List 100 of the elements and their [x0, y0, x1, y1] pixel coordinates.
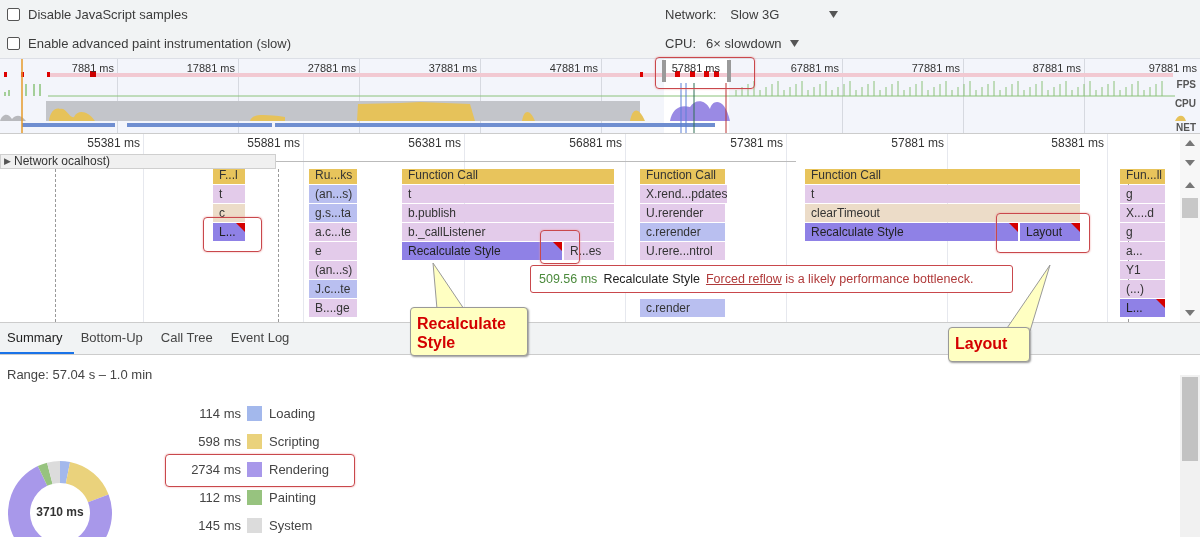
- category-time: 598 ms: [197, 434, 241, 449]
- time-tick-label: 57381 ms: [730, 136, 783, 150]
- tooltip-title: Recalculate Style: [603, 272, 700, 286]
- flame-block[interactable]: t: [213, 185, 245, 203]
- flame-block[interactable]: Fun...ll: [1120, 169, 1165, 184]
- time-tick-label: 47881 ms: [549, 62, 598, 74]
- scrollbar[interactable]: [1180, 134, 1200, 322]
- time-tick-label: 56381 ms: [408, 136, 461, 150]
- flame-block[interactable]: (...): [1120, 280, 1165, 298]
- time-tick-label: 77881 ms: [911, 62, 960, 74]
- scrollbar-thumb[interactable]: [1182, 377, 1198, 461]
- flame-block[interactable]: c: [213, 204, 245, 222]
- cpu-dropdown[interactable]: 6× slowdown: [706, 36, 799, 51]
- network-dropdown[interactable]: Slow 3G: [730, 7, 839, 22]
- caret-icon: [829, 11, 839, 18]
- flame-block[interactable]: X.rend...pdates: [640, 185, 728, 203]
- checkbox[interactable]: [7, 8, 20, 21]
- flame-block[interactable]: Y1: [1120, 261, 1165, 279]
- flame-block[interactable]: e: [309, 242, 357, 260]
- flame-block[interactable]: F...l: [213, 169, 245, 184]
- flame-block[interactable]: g: [1120, 223, 1165, 241]
- category-time: 114 ms: [198, 406, 241, 421]
- time-tick-label: 7881 ms: [71, 62, 114, 74]
- time-tick-label: 17881 ms: [186, 62, 235, 74]
- checkbox-label[interactable]: Disable JavaScript samples: [28, 7, 188, 22]
- tab[interactable]: Event Log: [223, 323, 301, 354]
- flame-block[interactable]: Ru...ks: [309, 169, 357, 184]
- network-track-header[interactable]: ▶ Network ocalhost): [0, 153, 276, 169]
- warning-corner-icon: [236, 223, 245, 232]
- flame-block[interactable]: J.c...te: [309, 280, 357, 298]
- flame-block[interactable]: B....ge: [309, 299, 357, 317]
- time-tick-label: 97881 ms: [1148, 62, 1197, 74]
- flame-block[interactable]: g: [1120, 185, 1165, 203]
- flame-block[interactable]: L...: [1120, 299, 1165, 317]
- flame-block[interactable]: U.rerender: [640, 204, 725, 222]
- time-tick-label: 57881 ms: [671, 62, 720, 74]
- total-time: 3710 ms: [35, 505, 85, 519]
- time-tick-label: 67881 ms: [790, 62, 839, 74]
- warning-corner-icon: [1009, 223, 1018, 232]
- flame-block[interactable]: t: [805, 185, 1080, 203]
- cpu-label: CPU:: [665, 36, 697, 51]
- warning-message: Forced reflow is a likely performance bottleneck.: [705, 272, 974, 286]
- category-label: System: [269, 518, 314, 533]
- flame-block[interactable]: (an...s): [309, 261, 357, 279]
- scrollbar-thumb[interactable]: [1182, 198, 1198, 218]
- time-tick-label: 56881 ms: [569, 136, 622, 150]
- flame-block[interactable]: Function Call: [402, 169, 614, 184]
- lane-label: CPU: [1174, 98, 1196, 110]
- flame-block[interactable]: c.render: [640, 299, 725, 317]
- flame-block[interactable]: clearTimeout: [805, 204, 1080, 222]
- tooltip-duration: 509.56 ms: [539, 272, 598, 286]
- up-arrow-icon[interactable]: [1185, 182, 1195, 188]
- tab[interactable]: Bottom-Up: [73, 323, 154, 354]
- flame-block[interactable]: c.rerender: [640, 223, 725, 241]
- time-tick-label: 55381 ms: [87, 136, 140, 150]
- marker-line: [680, 82, 727, 134]
- flame-block[interactable]: U.rere...ntrol: [640, 242, 725, 260]
- tab[interactable]: Summary: [0, 323, 74, 354]
- category-label: Painting: [269, 490, 317, 505]
- flame-block[interactable]: Function Call: [805, 169, 1080, 184]
- category-time: 2734 ms: [190, 462, 241, 477]
- warning-corner-icon: [1071, 223, 1080, 232]
- down-arrow-icon[interactable]: [1185, 310, 1195, 316]
- down-arrow-icon[interactable]: [1185, 160, 1195, 166]
- network-label: Network:: [665, 7, 717, 22]
- flame-block[interactable]: a.c...te: [309, 223, 357, 241]
- category-time: 145 ms: [197, 518, 241, 533]
- flame-block[interactable]: Layout: [1020, 223, 1080, 241]
- checkbox-label[interactable]: Enable advanced paint instrumentation (slow): [28, 36, 292, 51]
- category-time: 112 ms: [198, 490, 241, 505]
- flame-block[interactable]: L...: [213, 223, 245, 241]
- flame-block[interactable]: a...: [1120, 242, 1165, 260]
- flame-block[interactable]: b._callListener: [402, 223, 614, 241]
- time-tick-label: 87881 ms: [1032, 62, 1081, 74]
- flame-block[interactable]: b.publish: [402, 204, 614, 222]
- checkbox[interactable]: [7, 37, 20, 50]
- time-tick-label: 55881 ms: [247, 136, 300, 150]
- time-tick-label: 27881 ms: [307, 62, 356, 74]
- tab[interactable]: Call Tree: [153, 323, 224, 354]
- range-text: Range: 57.04 s – 1.0 min: [6, 366, 154, 384]
- warning-corner-icon: [553, 242, 562, 251]
- flame-block[interactable]: Recalculate Style: [805, 223, 1018, 241]
- flame-block[interactable]: t: [402, 185, 614, 203]
- range-handle[interactable]: [662, 60, 666, 82]
- flame-block[interactable]: X....d: [1120, 204, 1165, 222]
- category-label: Rendering: [269, 462, 329, 477]
- range-handle[interactable]: [727, 60, 731, 82]
- time-tick-label: 57881 ms: [891, 136, 944, 150]
- forced-reflow-link[interactable]: Forced reflow: [705, 272, 782, 286]
- time-tick-label: 37881 ms: [428, 62, 477, 74]
- category-label: Loading: [269, 406, 317, 421]
- flame-block[interactable]: Recalculate Style: [402, 242, 562, 260]
- warning-corner-icon: [1156, 299, 1165, 308]
- flame-block[interactable]: Function Call: [640, 169, 725, 184]
- highlight-frame: [203, 217, 262, 252]
- lane-label: FPS: [1176, 79, 1196, 91]
- up-arrow-icon[interactable]: [1185, 140, 1195, 146]
- scrollbar[interactable]: [1180, 375, 1200, 537]
- flame-block[interactable]: g.s...ta: [309, 204, 357, 222]
- flame-block[interactable]: (an...s): [309, 185, 357, 203]
